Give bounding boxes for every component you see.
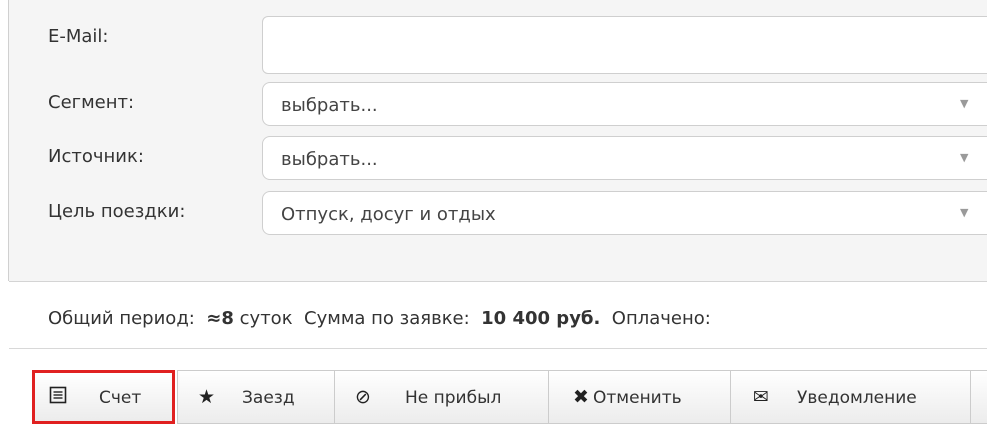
notify-button[interactable]: ✉ Уведомление [730,370,971,424]
checkin-button-label: Заезд [242,388,295,408]
segment-label: Сегмент: [48,92,135,113]
purpose-select-value: Отпуск, досуг и отдых [281,204,496,225]
total-value: 10 400 руб. [481,308,601,329]
source-select[interactable]: выбрать... ▼ [262,136,987,180]
segment-select-value: выбрать... [281,95,378,116]
cancel-button-label: Отменить [593,388,682,408]
more-button[interactable] [970,370,987,424]
notify-button-label: Уведомление [797,388,917,408]
email-label: E-Mail: [48,26,109,47]
x-mark-icon: ✖ [573,386,589,408]
envelope-icon: ✉ [753,386,769,408]
noshow-button-label: Не прибыл [405,388,502,408]
divider [9,348,987,349]
period-value: ≈8 [206,308,234,329]
invoice-button-label: Счет [99,388,142,408]
segment-select[interactable]: выбрать... ▼ [262,82,987,126]
chevron-down-icon: ▼ [960,151,969,164]
chevron-down-icon: ▼ [960,97,969,110]
purpose-label: Цель поездки: [48,201,186,222]
invoice-list-icon [49,386,67,409]
total-label: Сумма по заявке: [304,308,470,329]
email-field[interactable] [262,16,987,74]
cancel-button[interactable]: ✖ Отменить [548,370,731,424]
noshow-button[interactable]: ⊘ Не прибыл [334,370,549,424]
checkin-button[interactable]: ★ Заезд [177,370,335,424]
period-label: Общий период: [48,308,195,329]
no-entry-icon: ⊘ [355,386,371,408]
period-unit: суток [239,308,293,329]
source-label: Источник: [48,146,144,167]
invoice-button[interactable]: Счет [32,370,175,424]
booking-summary: Общий период: ≈8 суток Сумма по заявке: … [48,308,711,329]
star-icon: ★ [198,386,216,408]
purpose-select[interactable]: Отпуск, досуг и отдых ▼ [262,191,987,235]
source-select-value: выбрать... [281,149,378,170]
chevron-down-icon: ▼ [960,206,969,219]
paid-label: Оплачено: [611,308,711,329]
